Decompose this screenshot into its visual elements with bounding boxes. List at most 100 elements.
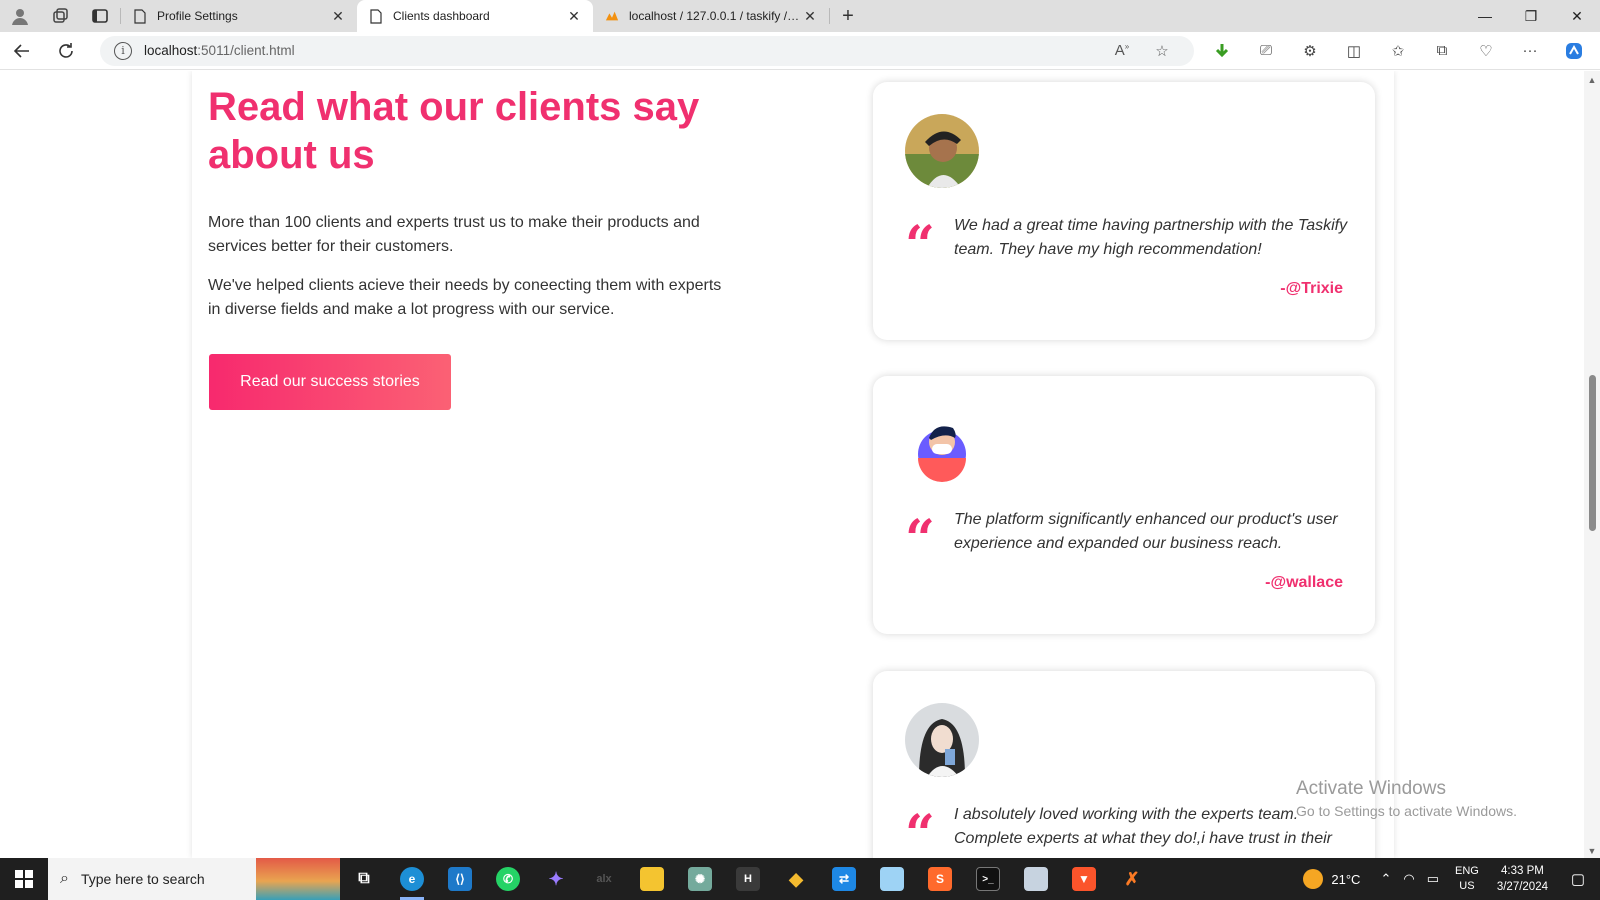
- testimonial-quote: I absolutely loved working with the expe…: [954, 806, 1332, 847]
- windows-taskbar: ⌕ Type here to search ⧉ e ⟨⟩ ✆ ✦ alx ✺ H…: [0, 858, 1600, 900]
- url-text[interactable]: localhost:5011/client.html: [144, 43, 1102, 58]
- url-host: localhost: [144, 43, 198, 58]
- notes-app-icon[interactable]: [868, 858, 916, 900]
- system-tray: 21°C ⌃ ◠ ▭ ENG US 4:33 PM 3/27/2024 ▢: [1303, 858, 1600, 900]
- browser-essentials-icon[interactable]: ♡: [1464, 41, 1508, 61]
- scroll-up-icon[interactable]: ▲: [1584, 75, 1600, 85]
- alx-icon[interactable]: alx: [580, 858, 628, 900]
- vscode-icon[interactable]: ⟨⟩: [436, 858, 484, 900]
- activate-windows-watermark: Activate Windows Go to Settings to activ…: [1296, 777, 1517, 821]
- success-stories-button[interactable]: Read our success stories: [209, 354, 451, 410]
- browser-tab-bar: Profile Settings ✕ Clients dashboard ✕ l…: [0, 0, 1600, 32]
- whatsapp-icon[interactable]: ✆: [484, 858, 532, 900]
- favorites-icon[interactable]: ✩: [1376, 41, 1420, 61]
- system-clock[interactable]: 4:33 PM 3/27/2024: [1497, 863, 1548, 895]
- page-viewport: Read what our clients say about us More …: [0, 71, 1584, 858]
- binance-icon[interactable]: ◆: [772, 858, 820, 900]
- scroll-down-icon[interactable]: ▼: [1584, 846, 1600, 856]
- address-bar[interactable]: i localhost:5011/client.html A» ☆: [100, 35, 1194, 66]
- clock-time: 4:33 PM: [1501, 865, 1544, 877]
- minimize-icon[interactable]: —: [1462, 0, 1508, 32]
- sublime-icon[interactable]: S: [916, 858, 964, 900]
- more-icon[interactable]: ···: [1508, 41, 1552, 61]
- weather-icon: [1303, 869, 1324, 889]
- site-info-icon[interactable]: i: [114, 41, 132, 60]
- copilot-icon[interactable]: [1552, 41, 1596, 61]
- testimonial-card: “ The platform significantly enhanced ou…: [873, 376, 1375, 634]
- battery-icon[interactable]: ▭: [1427, 871, 1439, 887]
- phpmyadmin-icon: [605, 8, 619, 24]
- chatgpt-icon[interactable]: ✺: [676, 858, 724, 900]
- testimonial-author: -@wallace: [1265, 574, 1343, 591]
- collections-icon[interactable]: ⧉: [1420, 41, 1464, 61]
- profile-icon[interactable]: [0, 0, 40, 32]
- close-tab-icon[interactable]: ✕: [565, 8, 583, 25]
- secondary-paragraph: We've helped clients acieve their needs …: [208, 277, 722, 318]
- close-tab-icon[interactable]: ✕: [329, 8, 347, 25]
- search-icon: ⌕: [60, 870, 69, 887]
- download-extension-icon[interactable]: [1200, 41, 1244, 61]
- testimonial-card: “ We had a great time having partnership…: [873, 82, 1375, 340]
- task-view-icon[interactable]: ⧉: [340, 858, 388, 900]
- tab-profile-settings[interactable]: Profile Settings ✕: [121, 0, 357, 32]
- file-explorer-icon[interactable]: [628, 858, 676, 900]
- split-screen-icon[interactable]: ◫: [1332, 41, 1376, 61]
- activate-subtitle: Go to Settings to activate Windows.: [1296, 803, 1517, 819]
- tab-title: Clients dashboard: [393, 9, 490, 23]
- quote-icon: “: [905, 509, 935, 570]
- tab-phpmyadmin[interactable]: localhost / 127.0.0.1 / taskify / pc ✕: [593, 0, 829, 32]
- page-scrollbar[interactable]: ▲ ▼: [1584, 71, 1600, 858]
- windows-start-icon[interactable]: [0, 858, 48, 900]
- clock-date: 3/27/2024: [1496, 881, 1548, 893]
- close-window-icon[interactable]: ✕: [1554, 0, 1600, 32]
- weather-temperature: 21°C: [1331, 871, 1361, 887]
- read-aloud-icon[interactable]: A»: [1102, 42, 1142, 59]
- avatar: [905, 114, 979, 188]
- refresh-icon[interactable]: [44, 42, 88, 60]
- wifi-icon[interactable]: ◠: [1403, 871, 1414, 887]
- taskbar-apps: ⧉ e ⟨⟩ ✆ ✦ alx ✺ H ◆ ⇄ S >_ ▼ ✗: [340, 858, 1156, 900]
- h-app-icon[interactable]: H: [724, 858, 772, 900]
- sparkle-app-icon[interactable]: ✦: [532, 858, 580, 900]
- tab-title: localhost / 127.0.0.1 / taskify / pc: [629, 9, 801, 23]
- close-tab-icon[interactable]: ✕: [801, 8, 819, 25]
- notifications-icon[interactable]: ▢: [1556, 870, 1600, 888]
- tab-actions-icon[interactable]: [80, 0, 120, 32]
- new-tab-icon[interactable]: +: [830, 0, 866, 32]
- restore-icon[interactable]: ❐: [1508, 0, 1554, 32]
- testimonial-quote: The platform significantly enhanced our …: [954, 511, 1338, 552]
- taskbar-search-box[interactable]: ⌕ Type here to search: [48, 858, 256, 900]
- address-toolbar: i localhost:5011/client.html A» ☆ ⎚ ⚙ ◫ …: [0, 32, 1600, 70]
- page-icon: [369, 8, 383, 24]
- remote-app-icon[interactable]: ⇄: [820, 858, 868, 900]
- intro-paragraph: More than 100 clients and experts trust …: [208, 214, 700, 255]
- url-path: :5011/client.html: [197, 43, 295, 58]
- window-controls: — ❐ ✕: [1462, 0, 1600, 32]
- chevron-up-icon[interactable]: ⌃: [1380, 871, 1391, 887]
- activate-title: Activate Windows: [1296, 778, 1446, 799]
- brave-icon[interactable]: ▼: [1060, 858, 1108, 900]
- quote-icon: “: [905, 215, 935, 276]
- scrollbar-thumb[interactable]: [1589, 375, 1596, 531]
- photos-icon[interactable]: [1012, 858, 1060, 900]
- testimonial-card: “ I absolutely loved working with the ex…: [873, 671, 1375, 858]
- xampp-icon[interactable]: ✗: [1108, 858, 1156, 900]
- terminal-icon[interactable]: >_: [964, 858, 1012, 900]
- language-indicator[interactable]: ENG US: [1455, 864, 1479, 894]
- testimonial-author: -@Trixie: [1280, 280, 1343, 297]
- extensions-icon[interactable]: ⚙: [1288, 41, 1332, 61]
- testimonial-quote: We had a great time having partnership w…: [954, 217, 1348, 258]
- back-icon[interactable]: [0, 42, 44, 60]
- tab-title: Profile Settings: [157, 9, 238, 23]
- tab-clients-dashboard[interactable]: Clients dashboard ✕: [357, 0, 593, 32]
- edge-browser-icon[interactable]: e: [388, 858, 436, 900]
- weather-widget[interactable]: 21°C: [1303, 869, 1360, 889]
- search-highlight-image[interactable]: [256, 858, 340, 900]
- browser-toolbar-icons: ⎚ ⚙ ◫ ✩ ⧉ ♡ ···: [1200, 41, 1596, 61]
- avatar: [905, 703, 979, 777]
- page-title: Read what our clients say about us: [208, 85, 700, 177]
- workspaces-icon[interactable]: [40, 0, 80, 32]
- games-icon[interactable]: ⎚: [1244, 41, 1288, 61]
- favorite-star-icon[interactable]: ☆: [1142, 42, 1182, 60]
- page-icon: [133, 8, 147, 24]
